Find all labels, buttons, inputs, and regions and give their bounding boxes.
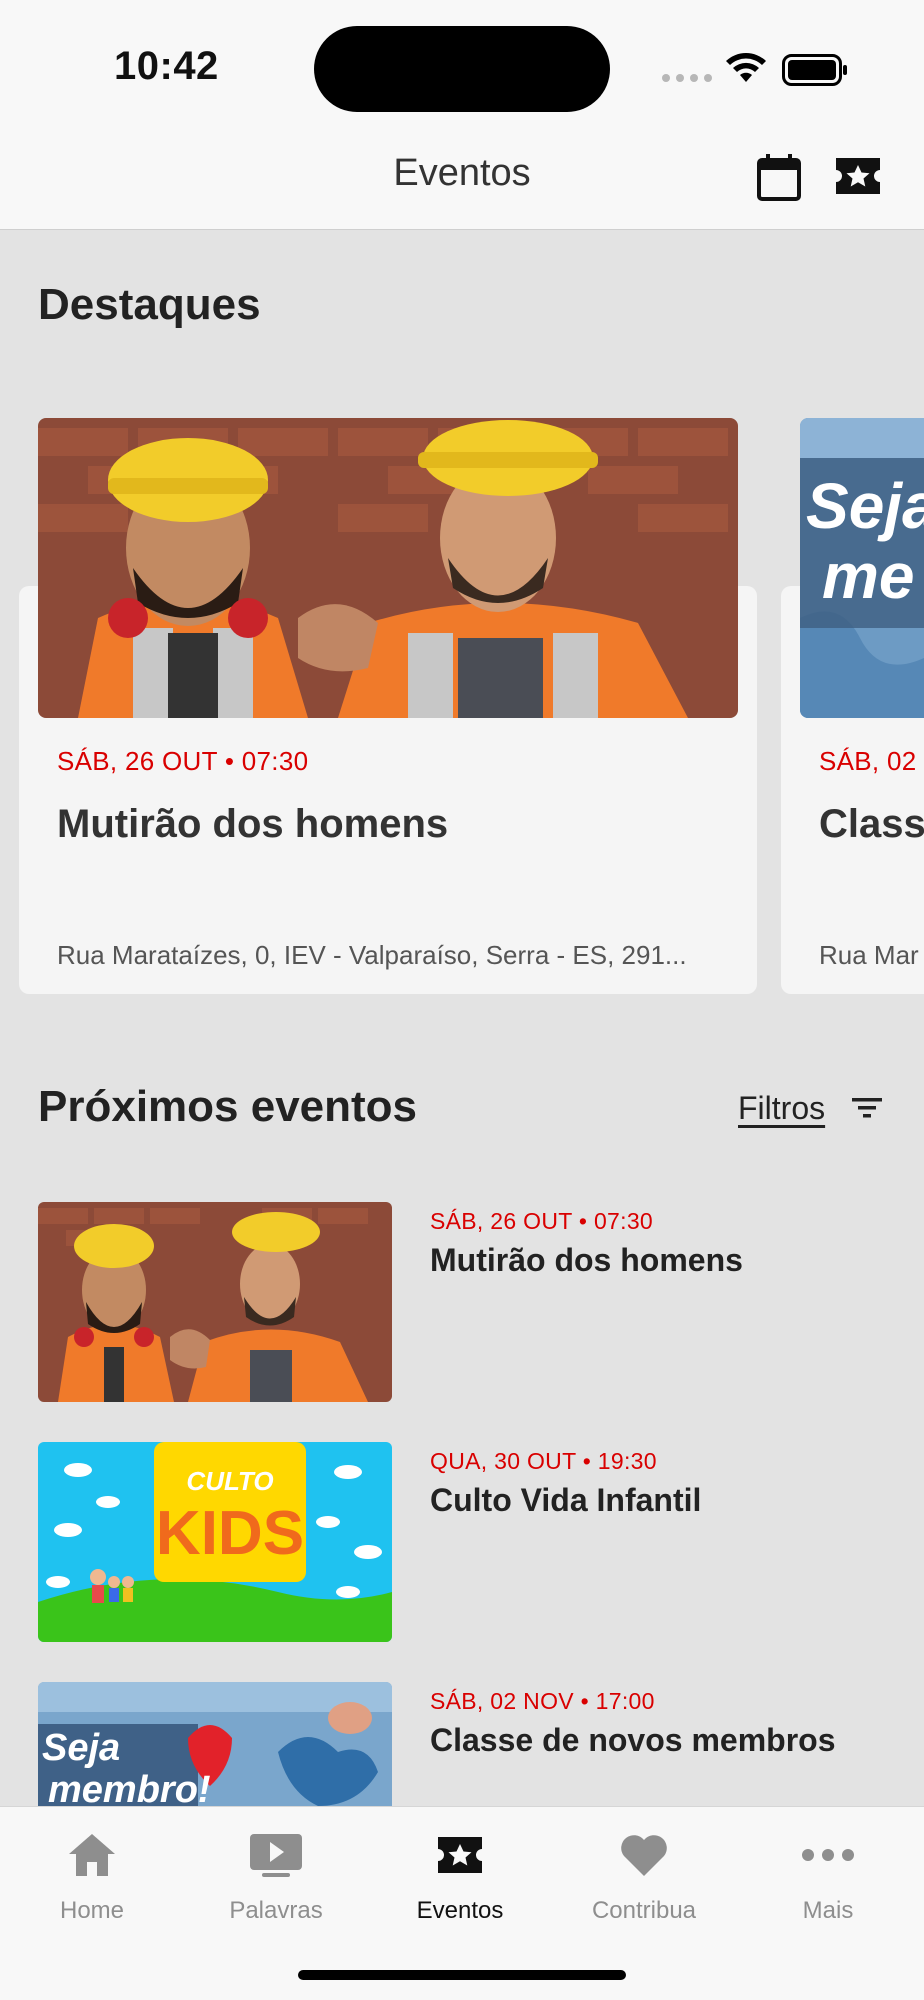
wifi-icon	[726, 53, 766, 82]
event-thumbnail: CULTO KIDS	[38, 1442, 392, 1642]
tab-palavras[interactable]: Palavras	[184, 1827, 368, 1925]
tab-label: Mais	[802, 1897, 854, 1924]
cellular-signal-icon	[662, 74, 712, 82]
event-thumbnail: Seja membro!	[38, 1682, 392, 1806]
image-text: Seja	[42, 1727, 120, 1769]
image-text: me	[822, 540, 915, 612]
event-address: Rua Marataízes, 0, IEV - Valparaíso, Ser…	[57, 940, 687, 970]
event-thumbnail	[38, 1202, 392, 1402]
event-date: QUA, 30 OUT • 19:30	[430, 1448, 657, 1474]
calendar-icon[interactable]	[756, 152, 802, 202]
upcoming-heading: Próximos eventos	[38, 1082, 418, 1131]
image-text: KIDS	[156, 1499, 304, 1568]
event-date: SÁB, 26 OUT • 07:30	[57, 746, 309, 776]
event-date: SÁB, 26 OUT • 07:30	[430, 1208, 653, 1234]
event-title: Mutirão dos homens	[57, 802, 449, 846]
event-image	[38, 418, 738, 718]
ticket-star-icon	[438, 1837, 482, 1873]
tab-label: Home	[59, 1897, 125, 1924]
filter-icon[interactable]	[852, 1096, 882, 1120]
event-title: Classe de novos membros	[430, 1722, 836, 1758]
event-address: Rua Mar	[819, 940, 919, 970]
home-icon	[69, 1834, 115, 1876]
featured-heading: Destaques	[38, 280, 261, 329]
event-title: Culto Vida Infantil	[430, 1482, 702, 1518]
event-date: SÁB, 02	[819, 746, 917, 776]
image-text: membro!	[48, 1769, 211, 1806]
dynamic-island	[314, 26, 610, 112]
event-date: SÁB, 02 NOV • 17:00	[430, 1688, 655, 1714]
battery-icon	[782, 54, 847, 86]
heart-icon	[621, 1835, 667, 1876]
more-icon	[802, 1849, 854, 1861]
ticket-star-icon[interactable]	[834, 156, 882, 196]
home-indicator	[298, 1970, 626, 1980]
filters-button[interactable]: Filtros	[738, 1090, 825, 1127]
tab-home[interactable]: Home	[0, 1827, 184, 1925]
tab-label: Palavras	[229, 1897, 323, 1924]
tab-eventos[interactable]: Eventos	[368, 1827, 552, 1925]
tab-mais[interactable]: Mais	[736, 1827, 920, 1925]
tab-label: Eventos	[416, 1897, 504, 1924]
event-title: Mutirão dos homens	[430, 1242, 743, 1278]
status-time: 10:42	[114, 44, 219, 88]
play-icon	[250, 1834, 302, 1877]
tab-contribua[interactable]: Contribua	[552, 1827, 736, 1925]
event-image: Seja me	[800, 418, 924, 718]
event-title: Class	[819, 802, 924, 846]
top-bar: 10:42 Eventos	[0, 0, 924, 230]
image-text: Seja	[806, 470, 924, 542]
tab-label: Contribua	[591, 1897, 697, 1924]
image-text: CULTO	[186, 1466, 273, 1496]
